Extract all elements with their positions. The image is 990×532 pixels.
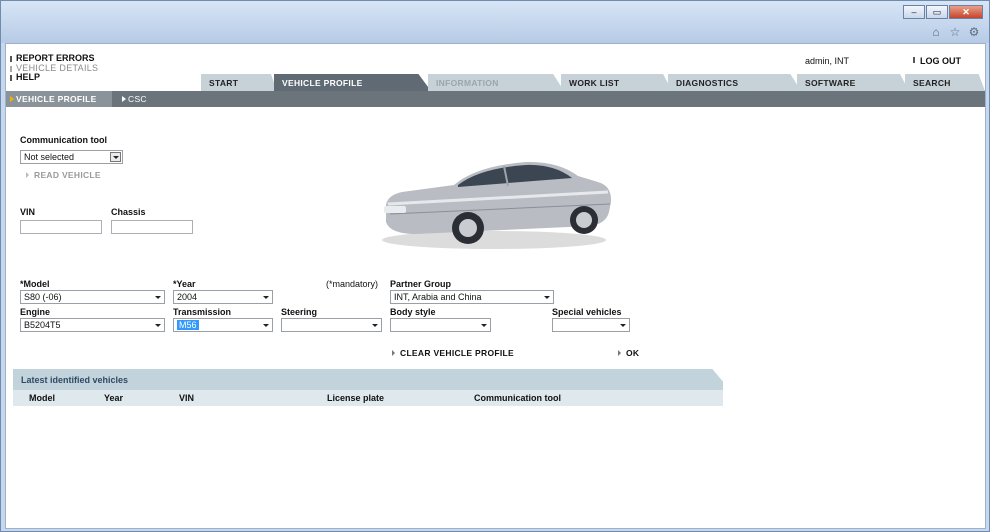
- body-style-select[interactable]: [390, 318, 491, 332]
- subtab-vehicle-profile[interactable]: VEHICLE PROFILE: [6, 91, 112, 107]
- help-link[interactable]: HELP: [10, 72, 98, 83]
- browser-window: – ▭ ✕ ⌂ ☆ ⚙ REPORT ERRORS VEHICLE DETAIL…: [0, 0, 990, 532]
- home-icon[interactable]: ⌂: [929, 25, 943, 39]
- latest-vehicles-table-header: Model Year VIN License plate Communicati…: [13, 390, 723, 406]
- vin-label: VIN: [20, 207, 36, 217]
- tab-software[interactable]: SOFTWARE: [797, 74, 909, 91]
- year-select[interactable]: 2004: [173, 290, 273, 304]
- title-bar: – ▭ ✕ ⌂ ☆ ⚙: [1, 1, 989, 43]
- settings-icon[interactable]: ⚙: [967, 25, 981, 39]
- comm-tool-select[interactable]: Not selected: [20, 150, 123, 164]
- dropdown-arrow-icon: [481, 324, 487, 327]
- dropdown-arrow-icon: [155, 324, 161, 327]
- column-header[interactable]: Communication tool: [474, 393, 561, 403]
- dropdown-arrow-icon: [372, 324, 378, 327]
- partner-group-select[interactable]: INT, Arabia and China: [390, 290, 554, 304]
- special-vehicles-select[interactable]: [552, 318, 630, 332]
- column-header[interactable]: VIN: [179, 393, 194, 403]
- tab-information: INFORMATION: [428, 74, 564, 91]
- favorites-icon[interactable]: ☆: [948, 25, 962, 39]
- dropdown-arrow-icon: [263, 324, 269, 327]
- minimize-button[interactable]: –: [903, 5, 925, 19]
- transmission-select[interactable]: M56: [173, 318, 273, 332]
- maximize-button[interactable]: ▭: [926, 5, 948, 19]
- tab-start[interactable]: START: [201, 74, 277, 91]
- latest-vehicles-title: Latest identified vehicles: [21, 375, 129, 385]
- dropdown-arrow-icon: [263, 296, 269, 299]
- vin-input[interactable]: [20, 220, 102, 234]
- tab-work-list[interactable]: WORK LIST: [561, 74, 672, 91]
- column-header[interactable]: Model: [29, 393, 55, 403]
- transmission-label: Transmission: [173, 307, 232, 317]
- comm-tool-label: Communication tool: [20, 135, 107, 145]
- sub-tab-bar: VEHICLE PROFILE CSC: [6, 91, 985, 107]
- latest-vehicles-header: Latest identified vehicles: [13, 369, 723, 390]
- top-links: REPORT ERRORS VEHICLE DETAILS HELP: [10, 53, 98, 83]
- chassis-input[interactable]: [111, 220, 193, 234]
- tab-diagnostics[interactable]: DIAGNOSTICS: [668, 74, 801, 91]
- ok-button[interactable]: OK: [618, 348, 639, 358]
- page-content: REPORT ERRORS VEHICLE DETAILS HELP admin…: [5, 43, 986, 529]
- special-vehicles-label: Special vehicles: [552, 307, 622, 317]
- tab-vehicle-profile[interactable]: VEHICLE PROFILE: [274, 74, 431, 91]
- arrow-icon: [122, 96, 126, 102]
- year-label: *Year: [173, 279, 196, 289]
- body-style-label: Body style: [390, 307, 436, 317]
- dropdown-arrow-icon: [155, 296, 161, 299]
- mandatory-note: (*mandatory): [326, 279, 379, 289]
- model-select[interactable]: S80 (-06): [20, 290, 165, 304]
- dropdown-arrow-icon: [544, 296, 550, 299]
- steering-label: Steering: [281, 307, 318, 317]
- chassis-label: Chassis: [111, 207, 146, 217]
- read-vehicle-button: READ VEHICLE: [26, 170, 101, 180]
- logout-link[interactable]: LOG OUT: [913, 56, 961, 66]
- active-arrow-icon: [10, 96, 14, 102]
- tab-search[interactable]: SEARCH: [905, 74, 985, 91]
- steering-select[interactable]: [281, 318, 382, 332]
- column-header[interactable]: Year: [104, 393, 123, 403]
- dropdown-arrow-icon: [110, 152, 121, 162]
- close-button[interactable]: ✕: [949, 5, 983, 19]
- column-header[interactable]: License plate: [327, 393, 384, 403]
- engine-label: Engine: [20, 307, 51, 317]
- user-info: admin, INT: [805, 56, 850, 66]
- vehicle-image: [382, 161, 612, 249]
- model-label: *Model: [20, 279, 50, 289]
- clear-vehicle-profile-button[interactable]: CLEAR VEHICLE PROFILE: [392, 348, 514, 358]
- partner-group-label: Partner Group: [390, 279, 452, 289]
- dropdown-arrow-icon: [620, 324, 626, 327]
- subtab-csc[interactable]: CSC: [118, 91, 168, 107]
- engine-select[interactable]: B5204T5: [20, 318, 165, 332]
